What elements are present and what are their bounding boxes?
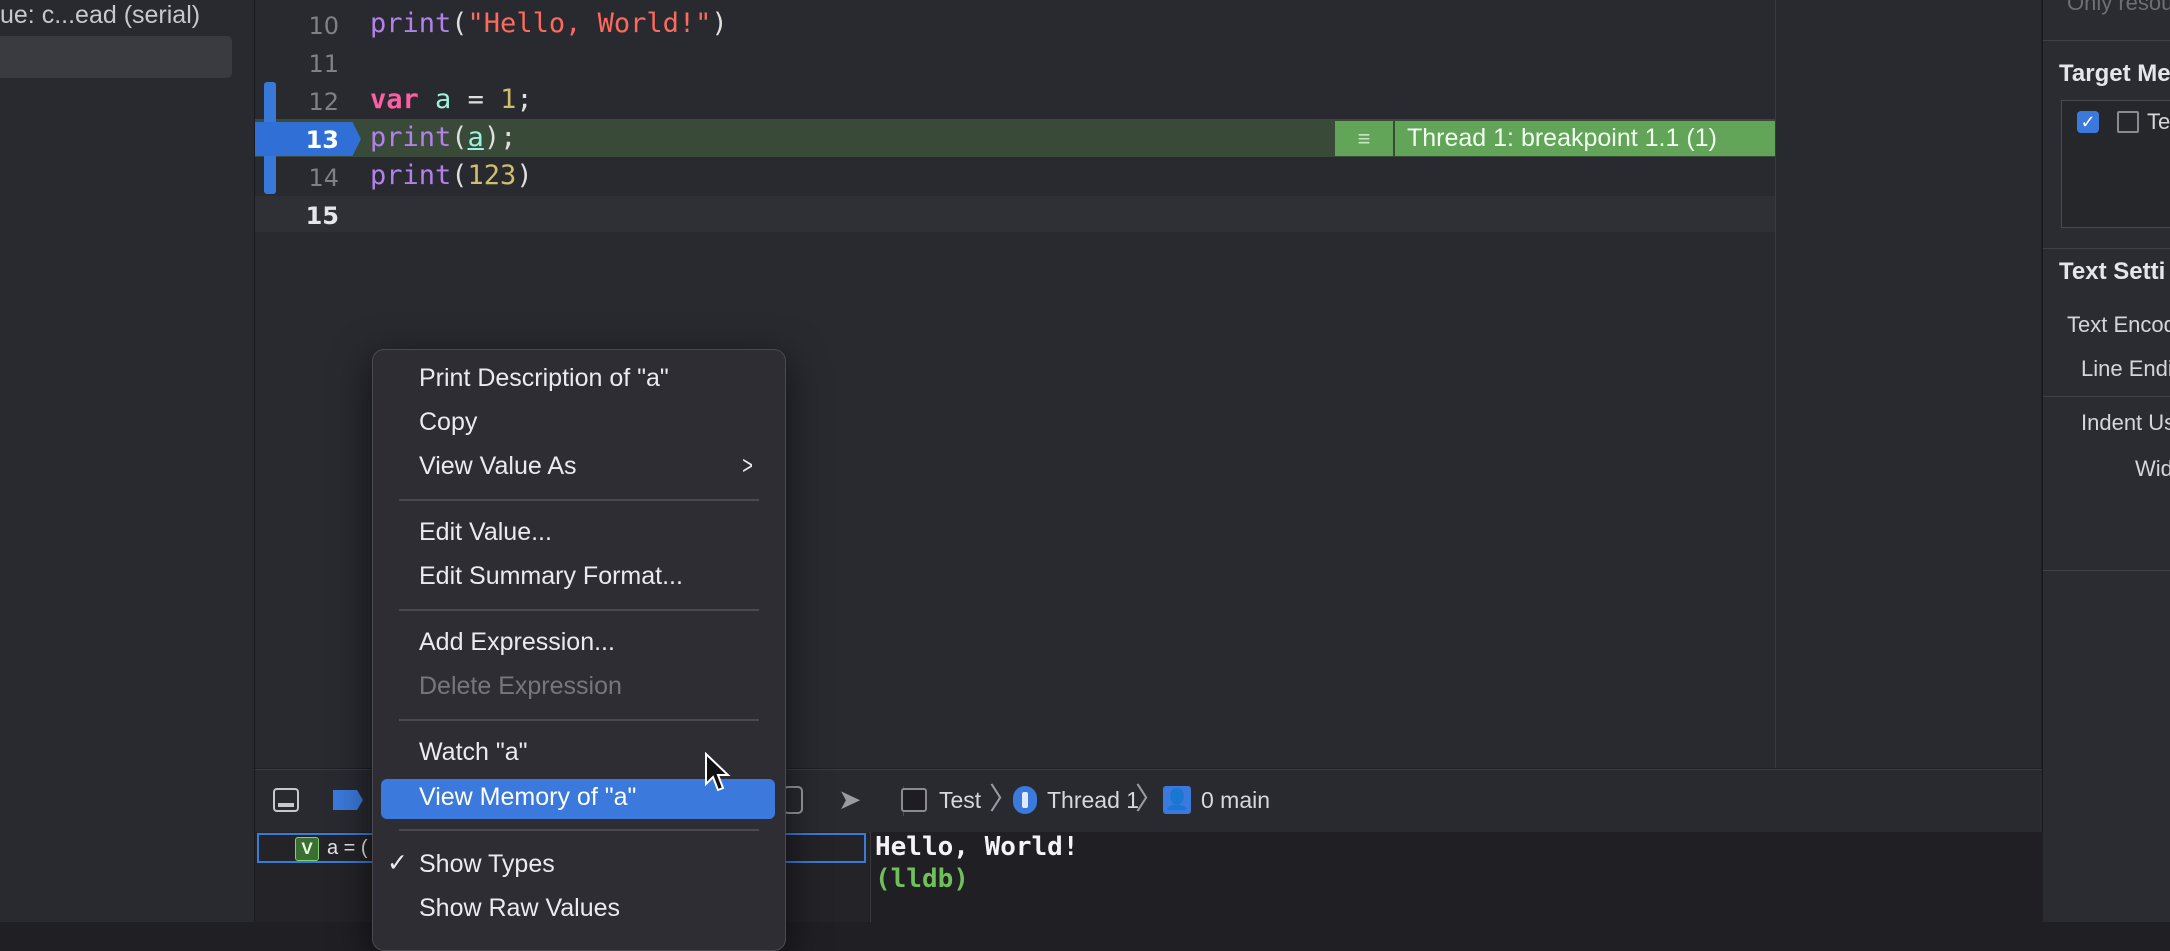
indent-using-label: Indent Us <box>2081 410 2170 435</box>
navigator-selected-row[interactable] <box>0 36 232 78</box>
line-number[interactable]: 10 <box>255 12 339 40</box>
breakpoint-banner: Thread 1: breakpoint 1.1 (1) <box>1395 121 1775 156</box>
line-number[interactable]: 12 <box>255 88 339 116</box>
menu-item-view-value-as[interactable]: View Value As <box>419 452 577 481</box>
target-item-label: Te <box>2147 109 2170 134</box>
stack-frame-icon[interactable] <box>783 786 803 814</box>
cursor-line-highlight <box>255 196 1775 232</box>
path-frame-label[interactable]: 0 main <box>1201 770 1270 830</box>
line-number[interactable]: 13 <box>255 126 339 154</box>
debug-queue-label[interactable]: ue: c...ead (serial) <box>0 0 254 30</box>
menu-item-copy[interactable]: Copy <box>419 408 477 437</box>
navigator-pane <box>0 0 255 922</box>
code-text[interactable]: print("Hello, World!") <box>370 8 728 39</box>
chevron-right-icon: > <box>742 450 753 480</box>
code-text[interactable]: print(123) <box>370 160 533 191</box>
menu-item-edit-value[interactable]: Edit Value... <box>419 518 552 547</box>
path-test-label[interactable]: Test <box>939 770 981 830</box>
variable-v-icon: V <box>295 837 319 861</box>
file-inspector: Only resou Target Me ✓ Te Text Setti Tex… <box>2042 0 2170 922</box>
target-checkbox[interactable]: ✓ <box>2077 111 2099 133</box>
inspector-clipped-label: Only resou <box>2067 0 2170 15</box>
menu-item-show-types[interactable]: Show Types <box>419 850 555 879</box>
menu-separator <box>399 609 759 611</box>
path-chevron-icon: 〉 <box>1135 783 1165 816</box>
target-membership-title: Target Me <box>2059 60 2170 87</box>
checkmark-icon: ✓ <box>387 849 408 877</box>
location-arrow-icon[interactable]: ➤ <box>838 784 861 816</box>
thread-icon <box>1013 786 1037 814</box>
text-encoding-label: Text Encod <box>2067 312 2170 337</box>
menu-item-show-raw-values[interactable]: Show Raw Values <box>419 894 620 923</box>
text-settings-title: Text Setti <box>2059 258 2166 285</box>
path-thread-label[interactable]: Thread 1 <box>1047 770 1139 830</box>
line-number[interactable]: 11 <box>255 50 339 78</box>
editor-minimap-area <box>1776 0 2041 768</box>
menu-separator <box>399 829 759 831</box>
inspector-divider <box>2043 248 2170 249</box>
menu-item-watch[interactable]: Watch "a" <box>419 738 528 767</box>
user-frame-icon: 👤 <box>1163 786 1191 814</box>
menu-item-add-expression[interactable]: Add Expression... <box>419 628 615 657</box>
variable-row-label: a = ( <box>327 837 368 859</box>
inspector-divider <box>2043 570 2170 571</box>
menu-item-edit-summary-format[interactable]: Edit Summary Format... <box>419 562 683 591</box>
line-endings-label: Line Endi <box>2081 356 2170 381</box>
code-text[interactable]: var a = 1; <box>370 84 533 115</box>
line-number[interactable]: 14 <box>255 164 339 192</box>
menu-separator <box>399 499 759 501</box>
console-pane[interactable]: Hello, World! (lldb) <box>870 832 2043 922</box>
console-output: Hello, World! <box>875 832 1079 862</box>
terminal-icon <box>901 788 927 812</box>
mouse-pointer-icon <box>705 752 731 792</box>
terminal-icon <box>2117 111 2139 133</box>
inspector-divider <box>2043 40 2170 41</box>
code-text[interactable]: print(a); <box>370 122 516 153</box>
line-number[interactable]: 15 <box>255 202 339 230</box>
inspector-divider <box>2043 396 2170 397</box>
console-prompt[interactable]: (lldb) <box>875 864 969 894</box>
widths-label: Wid <box>2135 456 2170 481</box>
menu-item-view-memory[interactable]: View Memory of "a" <box>419 783 636 812</box>
menu-separator <box>399 719 759 721</box>
hide-debug-area-icon[interactable] <box>273 788 299 812</box>
menu-item-print-description[interactable]: Print Description of "a" <box>419 364 669 393</box>
list-icon[interactable]: ≡ <box>1335 121 1393 156</box>
menu-item-delete-expression: Delete Expression <box>419 672 622 700</box>
breakpoints-toggle-icon[interactable] <box>333 790 363 810</box>
